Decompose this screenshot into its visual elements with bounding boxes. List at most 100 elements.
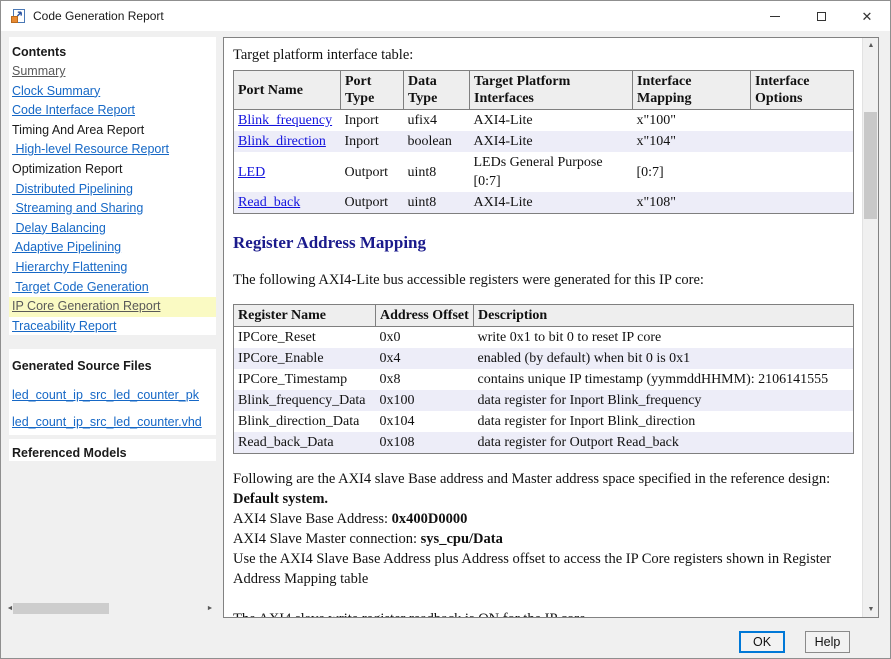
content-vertical-scrollbar[interactable]: ▲ ▼ [862, 38, 878, 617]
source-file-link-vhd[interactable]: led_count_ip_src_led_counter.vhd [12, 414, 216, 430]
sidebar-item-delay-balancing[interactable]: Delay Balancing [9, 219, 216, 239]
table-row: Blink_direction Inport boolean AXI4-Lite… [234, 131, 854, 152]
readback-info-block: The AXI4 slave write register readback i… [233, 609, 853, 617]
slave-base-value: 0x400D0000 [392, 511, 468, 527]
cell-description: data register for Inport Blink_frequency [474, 390, 854, 411]
table-row: Blink_frequency_Data 0x100 data register… [234, 390, 854, 411]
target-platform-interface-table: Port Name Port Type Data Type Target Pla… [233, 70, 854, 214]
register-address-mapping-heading: Register Address Mapping [233, 233, 853, 253]
referenced-models-panel: Referenced Models [9, 439, 216, 461]
cell-port-type: Outport [341, 152, 404, 192]
table-header-row: Register Name Address Offset Description [234, 305, 854, 327]
cell-register-name: IPCore_Enable [234, 348, 376, 369]
cell-description: data register for Outport Read_back [474, 432, 854, 454]
dialog-footer: OK Help [1, 626, 890, 658]
sidebar-item-adaptive-pipelining[interactable]: Adaptive Pipelining [9, 238, 216, 258]
col-address-offset: Address Offset [376, 305, 474, 327]
col-interface-mapping: Interface Mapping [633, 71, 751, 110]
master-connection-line: AXI4 Slave Master connection: sys_cpu/Da… [233, 529, 853, 549]
sidebar-item-timing-and-area-report: Timing And Area Report [9, 121, 216, 141]
port-link-blink-direction[interactable]: Blink_direction [238, 134, 326, 149]
maximize-button[interactable] [798, 1, 844, 31]
table-row: Read_back Outport uint8 AXI4-Lite x"108" [234, 192, 854, 214]
cell-description: enabled (by default) when bit 0 is 0x1 [474, 348, 854, 369]
window-body: Contents Summary Clock Summary Code Inte… [1, 31, 890, 626]
cell-mapping: [0:7] [633, 152, 751, 192]
cell-port-type: Inport [341, 110, 404, 132]
sidebar-item-optimization-report: Optimization Report [9, 160, 216, 180]
port-link-led[interactable]: LED [238, 165, 265, 180]
cell-data-type: boolean [404, 131, 470, 152]
cell-data-type: ufix4 [404, 110, 470, 132]
minimize-icon [770, 16, 780, 17]
code-generation-report-window: Code Generation Report ✕ Contents Summar… [0, 0, 891, 659]
scroll-down-icon[interactable]: ▼ [863, 602, 879, 617]
cell-description: contains unique IP timestamp (yymmddHHMM… [474, 369, 854, 390]
cell-address-offset: 0x108 [376, 432, 474, 454]
titlebar: Code Generation Report ✕ [1, 1, 890, 31]
cell-address-offset: 0x100 [376, 390, 474, 411]
cell-options [751, 152, 854, 192]
usage-line: Use the AXI4 Slave Base Address plus Add… [233, 549, 853, 589]
contents-heading: Contents [9, 41, 216, 62]
horizontal-scrollbar-thumb[interactable] [13, 603, 109, 614]
sidebar-horizontal-scrollbar[interactable]: ◄ ► [4, 602, 216, 615]
cell-interface: LEDs General Purpose [0:7] [470, 152, 633, 192]
table-row: Blink_frequency Inport ufix4 AXI4-Lite x… [234, 110, 854, 132]
sidebar-item-code-interface-report[interactable]: Code Interface Report [9, 101, 216, 121]
sidebar-item-distributed-pipelining[interactable]: Distributed Pipelining [9, 180, 216, 200]
cell-address-offset: 0x0 [376, 327, 474, 349]
close-button[interactable]: ✕ [844, 1, 890, 31]
report-app-icon [10, 8, 26, 24]
help-button[interactable]: Help [805, 631, 850, 653]
vertical-scrollbar-thumb[interactable] [864, 112, 877, 219]
cell-port-type: Outport [341, 192, 404, 214]
default-system-line: Default system. [233, 489, 853, 509]
register-table-caption: The following AXI4-Lite bus accessible r… [233, 270, 853, 290]
table-row: Read_back_Data 0x108 data register for O… [234, 432, 854, 454]
slave-base-label: AXI4 Slave Base Address: [233, 511, 392, 527]
cell-interface: AXI4-Lite [470, 131, 633, 152]
ok-button[interactable]: OK [739, 631, 785, 653]
cell-options [751, 110, 854, 132]
minimize-button[interactable] [752, 1, 798, 31]
sidebar-item-clock-summary[interactable]: Clock Summary [9, 82, 216, 102]
cell-data-type: uint8 [404, 152, 470, 192]
cell-description: write 0x1 to bit 0 to reset IP core [474, 327, 854, 349]
sidebar-item-hierarchy-flattening[interactable]: Hierarchy Flattening [9, 258, 216, 278]
table-row: LED Outport uint8 LEDs General Purpose [… [234, 152, 854, 192]
generated-source-files-heading: Generated Source Files [12, 355, 216, 376]
sidebar-item-high-level-resource-report[interactable]: High-level Resource Report [9, 140, 216, 160]
table-row: IPCore_Timestamp 0x8 contains unique IP … [234, 369, 854, 390]
cell-options [751, 131, 854, 152]
sidebar-item-streaming-and-sharing[interactable]: Streaming and Sharing [9, 199, 216, 219]
sidebar-item-summary[interactable]: Summary [9, 62, 216, 82]
cell-mapping: x"100" [633, 110, 751, 132]
cell-options [751, 192, 854, 214]
referenced-models-heading: Referenced Models [12, 442, 216, 463]
sidebar-item-ip-core-generation-report[interactable]: IP Core Generation Report [9, 297, 216, 317]
col-target-platform-interfaces: Target Platform Interfaces [470, 71, 633, 110]
port-link-read-back[interactable]: Read_back [238, 195, 300, 210]
col-port-type: Port Type [341, 71, 404, 110]
sidebar-item-traceability-report[interactable]: Traceability Report [9, 317, 216, 337]
col-data-type: Data Type [404, 71, 470, 110]
col-register-name: Register Name [234, 305, 376, 327]
scroll-right-icon[interactable]: ► [204, 602, 216, 615]
cell-register-name: Read_back_Data [234, 432, 376, 454]
port-link-blink-frequency[interactable]: Blink_frequency [238, 113, 332, 128]
cell-mapping: x"108" [633, 192, 751, 214]
scroll-up-icon[interactable]: ▲ [863, 38, 879, 53]
slave-base-address-line: AXI4 Slave Base Address: 0x400D0000 [233, 509, 853, 529]
cell-register-name: Blink_direction_Data [234, 411, 376, 432]
generated-source-files-panel: Generated Source Files led_count_ip_src_… [9, 349, 216, 435]
source-file-link-pkg[interactable]: led_count_ip_src_led_counter_pk [12, 387, 216, 403]
window-title: Code Generation Report [33, 9, 164, 23]
cell-register-name: IPCore_Timestamp [234, 369, 376, 390]
cell-address-offset: 0x104 [376, 411, 474, 432]
table-row: IPCore_Reset 0x0 write 0x1 to bit 0 to r… [234, 327, 854, 349]
master-connection-value: sys_cpu/Data [421, 531, 503, 547]
sidebar-item-target-code-generation[interactable]: Target Code Generation [9, 278, 216, 298]
table-row: IPCore_Enable 0x4 enabled (by default) w… [234, 348, 854, 369]
report-content-panel: Target platform interface table: Port Na… [223, 37, 879, 618]
